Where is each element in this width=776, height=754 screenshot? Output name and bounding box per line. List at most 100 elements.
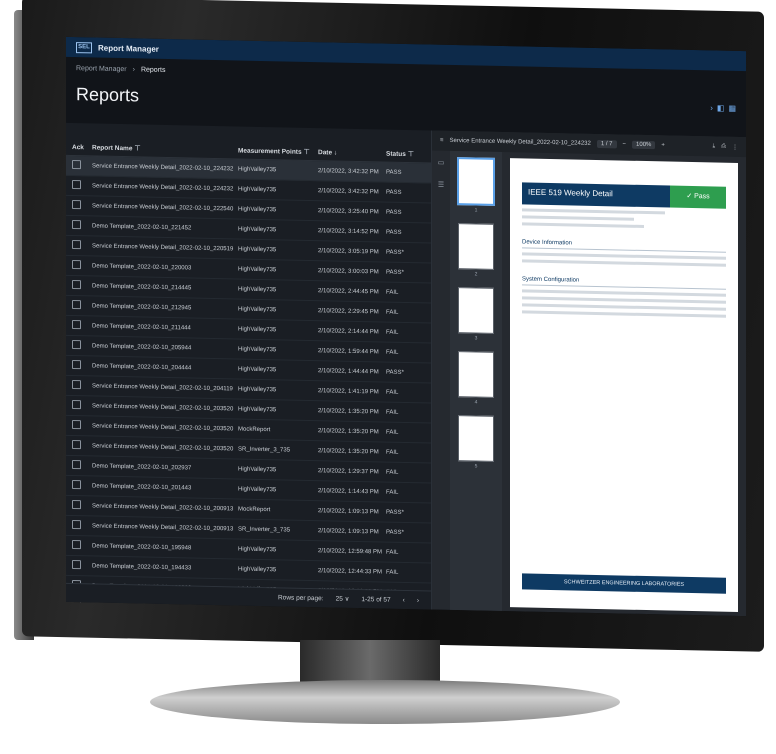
page-thumbnail[interactable] (458, 351, 494, 398)
rows-per-page-label: Rows per page: (278, 593, 324, 602)
ack-checkbox[interactable] (72, 460, 81, 470)
page-thumbnail[interactable] (458, 223, 494, 270)
measurement-point-cell: HighValley735 (238, 405, 277, 413)
page-thumbnail[interactable] (458, 415, 494, 462)
download-icon[interactable]: ⤓ (713, 143, 716, 150)
thumbnails-icon[interactable]: ▭ (438, 159, 445, 167)
ack-checkbox[interactable] (72, 180, 81, 190)
ack-checkbox[interactable] (72, 280, 81, 290)
measurement-point-cell: HighValley735 (238, 465, 277, 473)
ack-checkbox[interactable] (72, 160, 81, 170)
zoom-out-button[interactable]: − (623, 142, 627, 148)
grid-icon[interactable]: ▦ (728, 103, 736, 112)
ack-checkbox[interactable] (72, 400, 81, 410)
measurement-point-cell: HighValley735 (238, 545, 277, 553)
date-cell: 2/10/2022, 2:29:45 PM (318, 307, 379, 315)
report-name-cell: Demo Template_2022-02-10_221452 (92, 222, 192, 232)
ack-cell (66, 180, 92, 192)
ack-checkbox[interactable] (72, 300, 81, 310)
ack-cell (66, 400, 92, 412)
date-cell: 2/10/2022, 2:14:44 PM (318, 327, 379, 335)
ack-cell (66, 380, 92, 392)
measurement-point-cell: HighValley735 (238, 165, 277, 173)
date-cell: 2/10/2022, 1:09:13 PM (318, 507, 379, 515)
report-name-cell: Demo Template_2022-02-10_211444 (92, 322, 191, 331)
thumbnail-strip: 1 2 3 4 5 (450, 150, 502, 612)
page-indicator[interactable]: 1 / 7 (596, 139, 617, 149)
ack-checkbox[interactable] (72, 240, 81, 250)
ack-checkbox[interactable] (72, 500, 81, 510)
report-name-cell: Demo Template_2022-02-10_214445 (92, 282, 192, 292)
measurement-point-cell: SR_Inverter_3_735 (238, 445, 291, 454)
viewer-body: ▭ ☰ 1 2 3 4 5 IEEE 519 Weekly Detail ✓ Pass … (432, 150, 746, 617)
breadcrumb-current: Reports (140, 65, 166, 74)
measurement-point-cell: HighValley735 (238, 185, 277, 193)
ack-checkbox[interactable] (72, 220, 81, 230)
doc-line (522, 303, 726, 311)
date-cell: 2/10/2022, 3:14:52 PM (318, 227, 379, 235)
zoom-in-button[interactable]: + (661, 142, 665, 148)
doc-section-config: System Configuration (522, 276, 726, 290)
date-cell: 2/10/2022, 1:35:20 PM (318, 407, 379, 415)
column-measurement-points[interactable]: Measurement Points ⊤ (238, 146, 318, 156)
column-status[interactable]: Status ⊤ (386, 150, 426, 159)
prev-page-button[interactable]: ‹ (403, 596, 405, 603)
ack-cell (66, 220, 92, 232)
report-name-cell: Demo Template_2022-02-10_212945 (92, 302, 192, 312)
ack-checkbox[interactable] (72, 480, 81, 490)
expand-icon[interactable]: › (710, 103, 713, 112)
ack-checkbox[interactable] (72, 360, 81, 370)
doc-line (522, 252, 726, 260)
panel-toggle-icon[interactable]: ◧ (717, 103, 725, 112)
report-viewer: ≡ Service Entrance Weekly Detail_2022-02… (432, 130, 746, 617)
filter-icon[interactable]: ⊤ (304, 149, 310, 156)
breadcrumb-root[interactable]: Report Manager (76, 65, 127, 73)
status-cell: PASS* (386, 249, 404, 256)
next-page-button[interactable]: › (417, 597, 419, 604)
report-name-cell: Demo Template_2022-02-10_205944 (92, 342, 192, 352)
app-screen: SEL Report Manager Report Manager › Repo… (66, 36, 746, 617)
ack-cell (66, 520, 92, 532)
report-name-cell: Service Entrance Weekly Detail_2022-02-1… (92, 422, 234, 432)
ack-checkbox[interactable] (72, 200, 81, 210)
ack-checkbox[interactable] (72, 340, 81, 350)
ack-checkbox[interactable] (72, 560, 81, 570)
status-cell: PASS* (386, 529, 404, 536)
report-name-cell: Demo Template_2022-02-10_220003 (92, 262, 192, 272)
status-cell: FAIL (386, 289, 399, 296)
status-cell: PASS (386, 189, 402, 196)
ack-checkbox[interactable] (72, 440, 81, 450)
ack-checkbox[interactable] (72, 380, 81, 390)
column-ack[interactable]: Ack (66, 144, 92, 152)
report-name-cell: Demo Template_2022-02-10_202937 (92, 462, 192, 472)
column-date[interactable]: Date ↓ (318, 149, 386, 157)
filter-icon[interactable]: ⊤ (134, 145, 140, 152)
report-name-cell: Service Entrance Weekly Detail_2022-02-1… (92, 162, 234, 172)
zoom-level[interactable]: 100% (632, 140, 656, 150)
page-thumbnail[interactable] (457, 157, 495, 206)
report-name-cell: Service Entrance Weekly Detail_2022-02-1… (92, 382, 233, 392)
rows-per-page-select[interactable]: 25 ∨ (336, 595, 350, 603)
ack-checkbox[interactable] (72, 320, 81, 330)
report-name-cell: Service Entrance Weekly Detail_2022-02-1… (92, 242, 234, 252)
ack-checkbox[interactable] (72, 540, 81, 550)
report-name-cell: Service Entrance Weekly Detail_2022-02-1… (92, 202, 234, 212)
doc-line (522, 215, 635, 221)
page-thumbnail[interactable] (458, 287, 494, 334)
more-icon[interactable]: ⋮ (732, 143, 738, 150)
ack-checkbox[interactable] (72, 420, 81, 430)
print-icon[interactable]: ⎙ (721, 143, 726, 150)
report-name-cell: Demo Template_2022-02-10_194433 (92, 562, 192, 572)
measurement-point-cell: HighValley735 (238, 325, 277, 333)
column-report-name[interactable]: Report Name ⊤ (92, 143, 238, 154)
ack-checkbox[interactable] (72, 260, 81, 270)
page-title: Reports (76, 83, 140, 105)
date-cell: 2/10/2022, 1:14:43 PM (318, 487, 379, 495)
outline-icon[interactable]: ☰ (438, 181, 444, 189)
filter-icon[interactable]: ⊤ (408, 151, 414, 158)
status-cell: FAIL (386, 549, 399, 556)
doc-header: IEEE 519 Weekly Detail ✓ Pass (522, 182, 726, 209)
ack-checkbox[interactable] (72, 520, 81, 530)
menu-icon[interactable]: ≡ (440, 138, 444, 144)
measurement-point-cell: HighValley735 (238, 305, 277, 313)
